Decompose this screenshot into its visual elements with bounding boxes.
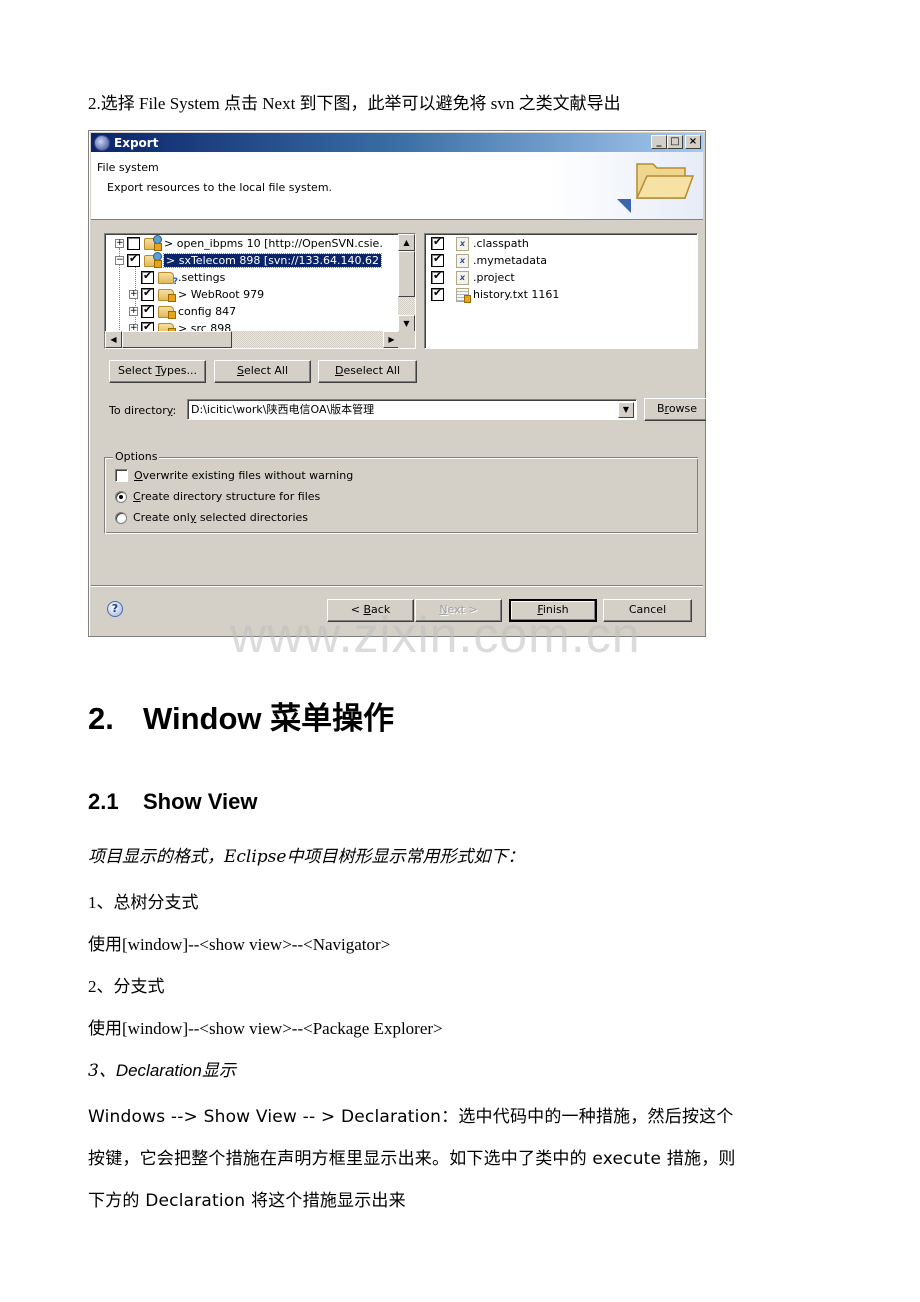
- file-item[interactable]: x .classpath: [431, 235, 529, 252]
- tree-item-label: .settings: [178, 271, 226, 284]
- tree-item-label: > open_ibpms 10 [http://OpenSVN.csie.: [164, 237, 383, 250]
- file-checkbox[interactable]: [431, 235, 444, 250]
- file-checkbox[interactable]: [431, 286, 444, 301]
- declaration-line-2: 按键，它会把整个措施在声明方框里显示出来。如下选中了类中的 execute 措施…: [88, 1149, 736, 1169]
- close-button[interactable]: ×: [685, 135, 701, 149]
- maximize-button[interactable]: □: [667, 135, 683, 149]
- create-structure-radio[interactable]: [115, 490, 127, 503]
- wizard-banner: File system Export resources to the loca…: [91, 152, 703, 220]
- xml-file-icon: x: [456, 236, 469, 251]
- tree-item[interactable]: + > open_ibpms 10 [http://OpenSVN.csie.: [115, 234, 383, 252]
- xml-file-icon: x: [456, 270, 469, 285]
- declaration-line-3: 下方的 Declaration 将这个措施显示出来: [88, 1191, 406, 1211]
- eclipse-icon: [94, 134, 110, 151]
- tree-horizontal-scrollbar[interactable]: ◀ ▶: [105, 331, 400, 348]
- select-all-button[interactable]: Select All: [214, 360, 311, 383]
- resource-tree[interactable]: + > open_ibpms 10 [http://OpenSVN.csie. …: [104, 233, 416, 349]
- scroll-thumb[interactable]: [122, 331, 232, 348]
- tree-item[interactable]: − > sxTelecom 898 [svn://133.64.140.62: [115, 251, 382, 269]
- banner-title: File system: [97, 161, 159, 174]
- declaration-line-1: Windows --> Show View -- > Declaration：选…: [88, 1107, 734, 1127]
- overwrite-checkbox[interactable]: [115, 469, 128, 482]
- to-directory-label: To directory:: [109, 404, 177, 417]
- file-list[interactable]: x .classpath x .mymetadata x .project hi…: [424, 233, 698, 349]
- expand-icon[interactable]: +: [129, 307, 138, 316]
- heading-window-menu: 2. Window 菜单操作: [88, 701, 395, 736]
- file-checkbox[interactable]: [431, 252, 444, 267]
- title-bar[interactable]: Export _ □ ×: [91, 133, 703, 152]
- svn-project-icon: [144, 251, 162, 268]
- tree-checkbox[interactable]: [141, 286, 154, 301]
- banner-description: Export resources to the local file syste…: [107, 181, 333, 194]
- file-checkbox[interactable]: [431, 269, 444, 284]
- expand-icon[interactable]: +: [115, 239, 124, 248]
- intro-paragraph: 2.选择 File System 点击 Next 到下图，此举可以避免将 svn…: [88, 94, 621, 113]
- minimize-button[interactable]: _: [651, 135, 667, 149]
- collapse-icon[interactable]: −: [115, 256, 124, 265]
- open-folder-icon: [635, 163, 695, 199]
- file-label: .classpath: [473, 237, 529, 250]
- options-group: Options Overwrite existing files without…: [104, 450, 698, 534]
- to-directory-value[interactable]: D:\icitic\work\陕西电信OA\版本管理: [191, 403, 374, 416]
- tree-item[interactable]: .settings: [141, 269, 226, 287]
- export-dialog: Export _ □ × File system Export resource…: [88, 130, 706, 637]
- tree-item-label: > sxTelecom 898 [svn://133.64.140.62: [163, 253, 382, 268]
- file-label: .project: [473, 271, 515, 284]
- deselect-all-button[interactable]: Deselect All: [318, 360, 417, 383]
- footer-separator: [91, 585, 703, 587]
- create-structure-option[interactable]: Create directory structure for files: [115, 490, 320, 503]
- tree-checkbox[interactable]: [127, 237, 140, 250]
- to-directory-combobox[interactable]: D:\icitic\work\陕西电信OA\版本管理 ▼: [187, 399, 637, 420]
- create-selected-radio[interactable]: [115, 511, 127, 524]
- tree-item[interactable]: + config 847: [129, 303, 236, 320]
- scroll-down-arrow-icon[interactable]: ▼: [398, 315, 415, 332]
- item-1-usage: 使用[window]--<show view>--<Navigator>: [88, 935, 391, 954]
- scroll-corner: [398, 331, 415, 348]
- options-legend: Options: [113, 450, 160, 463]
- text-file-icon: [456, 287, 471, 303]
- tree-item[interactable]: + > WebRoot 979: [129, 286, 264, 303]
- subtitle-paragraph: 项目显示的格式，Eclipse中项目树形显示常用形式如下：: [88, 847, 525, 867]
- file-item[interactable]: history.txt 1161: [431, 286, 559, 303]
- watermark: www.zixin.com.cn: [230, 607, 641, 663]
- select-types-button[interactable]: Select Types...: [109, 360, 206, 383]
- item-2-label: 2、分支式: [88, 977, 165, 996]
- file-item[interactable]: x .project: [431, 269, 515, 286]
- help-icon[interactable]: ?: [107, 601, 123, 617]
- file-label: history.txt 1161: [473, 288, 560, 301]
- svn-folder-icon: [158, 288, 176, 302]
- svn-project-icon: [144, 234, 162, 251]
- scroll-up-arrow-icon[interactable]: ▲: [398, 234, 415, 251]
- unversioned-folder-icon: [158, 271, 178, 287]
- dialog-title: Export: [114, 135, 159, 150]
- browse-button[interactable]: Browse: [644, 398, 706, 421]
- create-selected-option[interactable]: Create only selected directories: [115, 511, 308, 524]
- heading-show-view: 2.1 Show View: [88, 789, 258, 814]
- overwrite-label: Overwrite existing files without warning: [134, 469, 354, 482]
- scroll-thumb[interactable]: [398, 251, 415, 297]
- scroll-left-arrow-icon[interactable]: ◀: [105, 331, 122, 348]
- item-3-label: 3、Declaration显示: [88, 1061, 236, 1081]
- tree-vertical-scrollbar[interactable]: ▲ ▼: [398, 234, 415, 332]
- tree-checkbox[interactable]: [141, 269, 154, 284]
- banner-corner-icon: [617, 199, 631, 213]
- tree-checkbox[interactable]: [127, 252, 140, 267]
- create-structure-label: Create directory structure for files: [133, 490, 321, 503]
- file-item[interactable]: x .mymetadata: [431, 252, 547, 269]
- tree-checkbox[interactable]: [141, 303, 154, 318]
- create-selected-label: Create only selected directories: [133, 511, 309, 524]
- overwrite-option[interactable]: Overwrite existing files without warning: [115, 469, 353, 482]
- dropdown-arrow-icon[interactable]: ▼: [618, 402, 634, 418]
- tree-item-label: > WebRoot 979: [178, 288, 265, 301]
- svn-folder-icon: [158, 305, 176, 319]
- file-label: .mymetadata: [473, 254, 548, 267]
- item-2-usage: 使用[window]--<show view>--<Package Explor…: [88, 1019, 443, 1038]
- xml-file-icon: x: [456, 253, 469, 268]
- tree-item-label: config 847: [178, 305, 237, 318]
- expand-icon[interactable]: +: [129, 290, 138, 299]
- item-1-label: 1、总树分支式: [88, 893, 199, 912]
